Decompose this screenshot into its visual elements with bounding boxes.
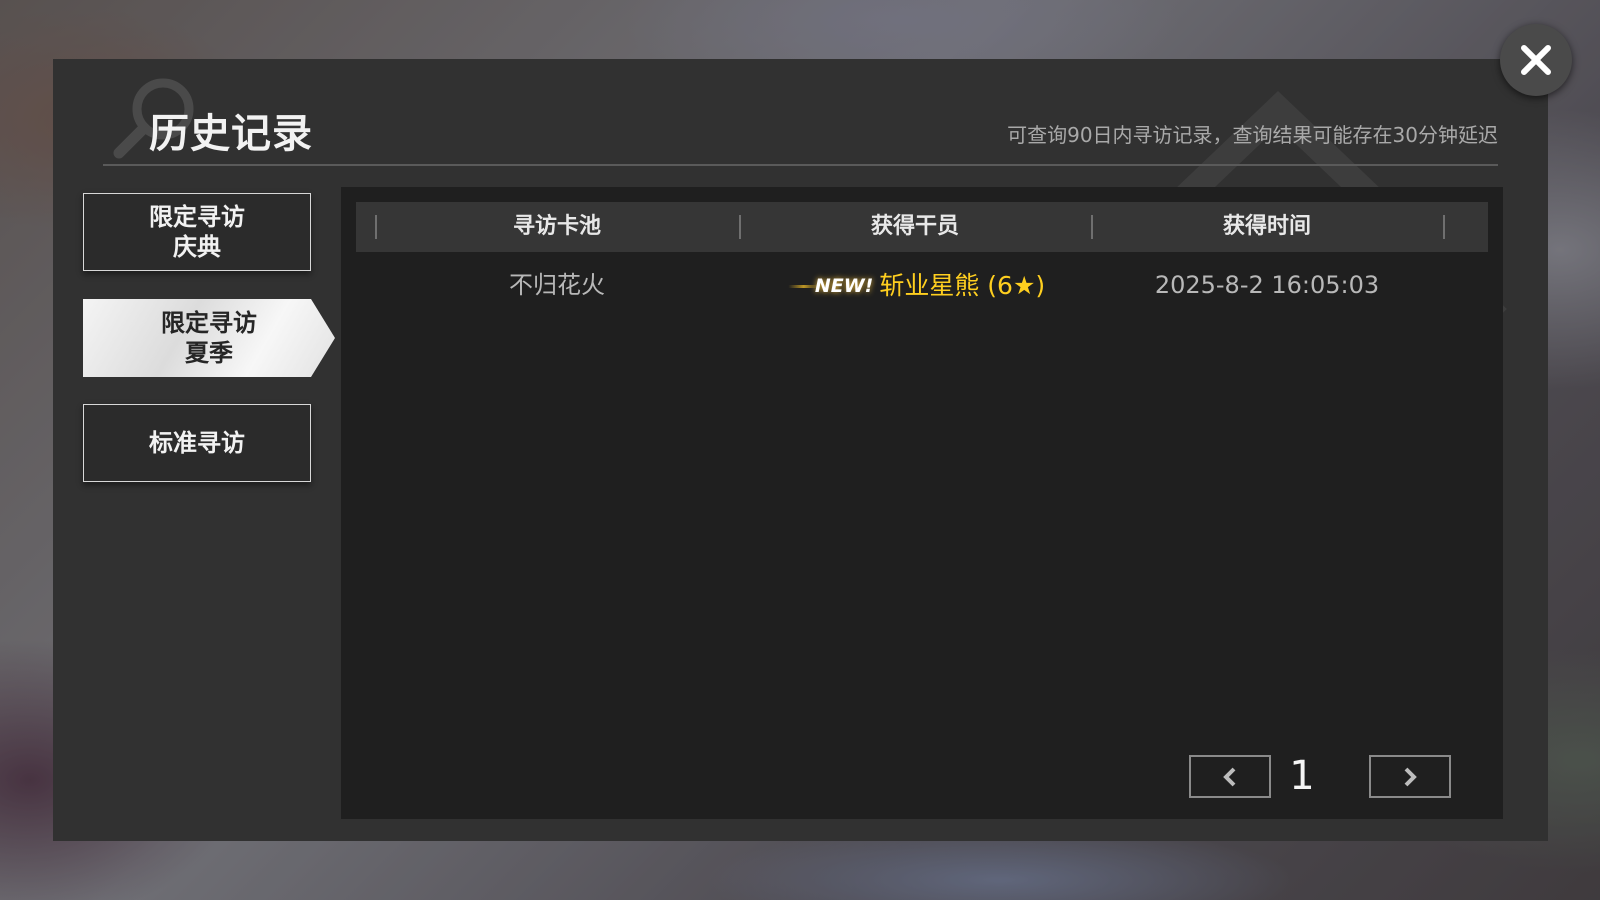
operator-name: 斩业星熊 (6★) [879,271,1046,300]
close-icon [1521,45,1551,75]
cell-pool: 不归花火 [509,271,605,299]
column-header-time: 获得时间 [1222,214,1311,239]
chevron-right-icon [1404,767,1417,786]
history-panel: 历史记录 可查询90日内寻访记录，查询结果可能存在30分钟延迟 限定寻访 庆典 … [53,59,1548,841]
tab-standard[interactable]: 标准寻访 [83,404,311,482]
cell-operator: NEW! 斩业星熊 (6★) [739,257,1091,314]
new-badge: NEW! [784,258,874,314]
title-divider [103,164,1498,166]
column-separator [1443,215,1445,239]
column-header-operator: 获得干员 [870,214,959,239]
column-header-pool: 寻访卡池 [512,214,601,239]
page-title: 历史记录 [149,111,313,157]
table-header: 寻访卡池 获得干员 获得时间 [356,202,1488,252]
table-row: 不归花火 NEW! 斩业星熊 (6★) 2025-8-2 16:05:03 [356,257,1488,314]
records-table: 寻访卡池 获得干员 获得时间 不归花火 NEW! 斩业星熊 (6★) 2025-8… [341,187,1503,819]
cell-time: 2025-8-2 16:05:03 [1154,271,1380,299]
close-button[interactable] [1500,24,1572,96]
current-page-number: 1 [1289,753,1315,799]
tab-limited-celebration[interactable]: 限定寻访 庆典 [83,193,311,271]
prev-page-button[interactable] [1189,755,1271,798]
next-page-button[interactable] [1369,755,1451,798]
query-notice: 可查询90日内寻访记录，查询结果可能存在30分钟延迟 [1007,123,1498,147]
tab-limited-summer[interactable]: 限定寻访 夏季 [83,299,335,377]
chevron-left-icon [1223,767,1236,786]
